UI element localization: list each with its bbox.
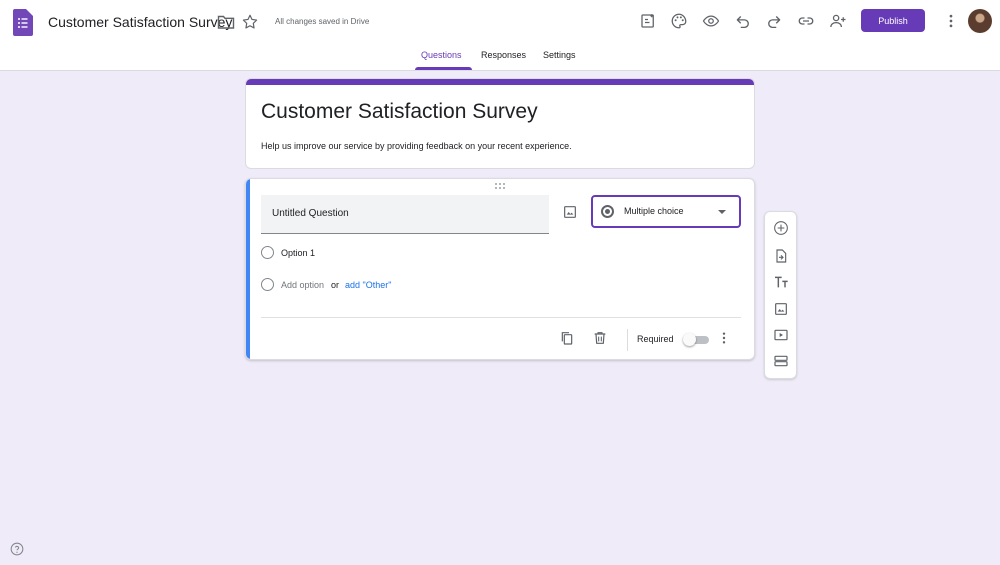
tab-questions[interactable]: Questions	[421, 50, 462, 60]
required-label: Required	[637, 334, 674, 344]
form-description[interactable]: Help us improve our service by providing…	[261, 141, 572, 151]
question-type-label: Multiple choice	[624, 206, 684, 216]
question-title-text: Untitled Question	[272, 208, 349, 219]
header-accent-bar	[246, 79, 754, 85]
help-icon[interactable]	[10, 542, 24, 556]
question-type-select[interactable]: Multiple choice	[591, 195, 741, 228]
add-option-radio	[261, 278, 274, 291]
drag-handle-icon[interactable]	[494, 182, 508, 190]
add-title-icon[interactable]	[772, 273, 790, 291]
delete-icon[interactable]	[592, 330, 608, 346]
add-other-link[interactable]: add "Other"	[345, 280, 391, 290]
option-1-label[interactable]: Option 1	[281, 248, 315, 258]
save-status: All changes saved in Drive	[275, 17, 370, 26]
more-vert-icon[interactable]	[940, 10, 962, 32]
add-image-icon[interactable]	[772, 300, 790, 318]
form-header-card[interactable]: Customer Satisfaction Survey Help us imp…	[245, 78, 755, 169]
palette-icon[interactable]	[668, 10, 690, 32]
option-radio	[261, 246, 274, 259]
folder-icon[interactable]	[217, 14, 235, 30]
floating-toolbar	[764, 211, 797, 379]
add-image-to-question-icon[interactable]	[562, 204, 578, 220]
import-questions-icon[interactable]	[772, 247, 790, 265]
dropdown-caret-icon	[718, 210, 726, 214]
question-title-input[interactable]: Untitled Question	[261, 195, 549, 234]
footer-separator	[627, 329, 628, 351]
toggle-knob	[683, 333, 696, 346]
required-toggle[interactable]	[683, 332, 709, 346]
link-icon[interactable]	[795, 10, 817, 32]
forms-logo-icon[interactable]	[13, 9, 33, 36]
addons-icon[interactable]	[637, 10, 659, 32]
tab-bar: Questions Responses Settings	[0, 50, 1000, 71]
add-option-link[interactable]: Add option	[281, 280, 324, 290]
avatar[interactable]	[968, 9, 992, 33]
publish-button[interactable]: Publish	[861, 9, 925, 32]
duplicate-icon[interactable]	[559, 330, 575, 346]
top-bar: Customer Satisfaction Survey All changes…	[0, 0, 1000, 71]
add-collaborator-icon[interactable]	[827, 10, 849, 32]
doc-title[interactable]: Customer Satisfaction Survey	[48, 14, 232, 30]
undo-icon[interactable]	[732, 10, 754, 32]
add-video-icon[interactable]	[772, 326, 790, 344]
preview-icon[interactable]	[700, 10, 722, 32]
card-footer-divider	[261, 317, 741, 318]
question-card[interactable]: Untitled Question Multiple choice Option…	[245, 178, 755, 360]
tab-settings[interactable]: Settings	[543, 50, 576, 60]
star-icon[interactable]	[241, 13, 259, 31]
active-tab-indicator	[415, 67, 472, 70]
add-question-icon[interactable]	[772, 219, 790, 237]
radio-button-checked-icon	[601, 205, 614, 218]
form-title[interactable]: Customer Satisfaction Survey	[261, 100, 538, 124]
active-card-indicator	[246, 179, 250, 359]
add-section-icon[interactable]	[772, 352, 790, 370]
more-options-icon[interactable]	[716, 330, 732, 346]
tab-responses[interactable]: Responses	[481, 50, 526, 60]
redo-icon[interactable]	[763, 10, 785, 32]
or-text: or	[331, 280, 340, 290]
